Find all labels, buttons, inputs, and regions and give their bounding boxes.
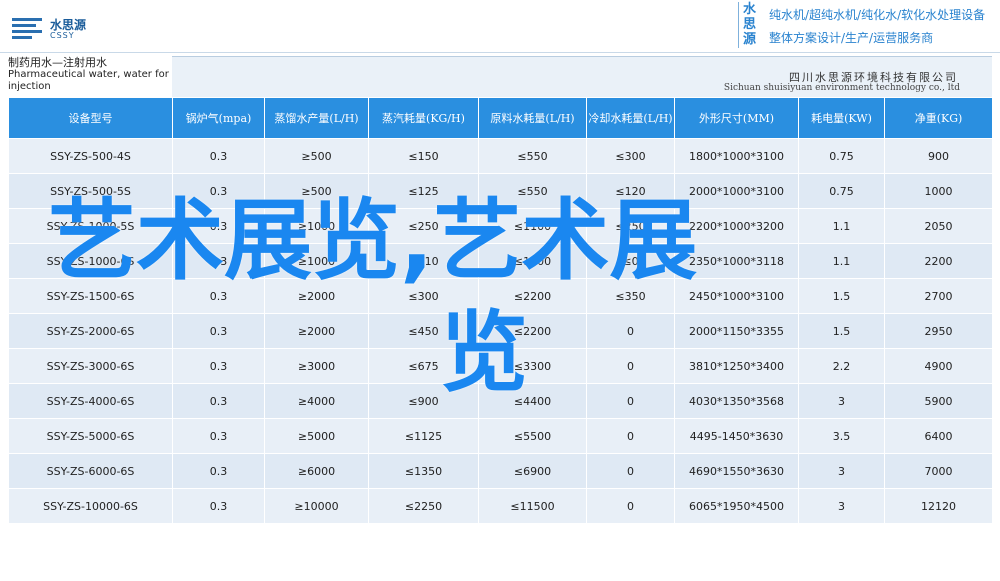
- table-row: SSY-ZS-10000-6S 0.3 ≥10000 ≤2250 ≤11500 0 6065…: [8, 488, 993, 524]
- table-cell: 12120: [884, 488, 993, 524]
- table-cell: 0: [586, 488, 675, 524]
- column-header: 设备型号: [8, 97, 173, 139]
- table-cell: 2000*1150*3355: [674, 313, 799, 349]
- table-row: SSY-ZS-5000-6S 0.3 ≥5000 ≤1125 ≤5500 0 4495-14…: [8, 418, 993, 454]
- table-cell: 0: [586, 418, 675, 454]
- model-cell: SSY-ZS-500-4S: [8, 138, 173, 174]
- table-cell: 6400: [884, 418, 993, 454]
- table-cell: 4690*1550*3630: [674, 453, 799, 489]
- table-cell: 1000: [884, 173, 993, 209]
- column-header: 蒸汽耗量(KG/H): [368, 97, 479, 139]
- table-cell: 4030*1350*3568: [674, 383, 799, 419]
- table-cell: 0: [586, 453, 675, 489]
- watermark-line-1: 艺术展览,艺术展: [48, 189, 698, 292]
- column-header: 原料水耗量(L/H): [478, 97, 587, 139]
- model-cell: SSY-ZS-6000-6S: [8, 453, 173, 489]
- model-cell: SSY-ZS-4000-6S: [8, 383, 173, 419]
- table-cell: 7000: [884, 453, 993, 489]
- table-cell: 0.3: [172, 348, 265, 384]
- watermark-line-2: 览: [440, 301, 529, 404]
- table-cell: 0: [586, 383, 675, 419]
- table-cell: ≤6900: [478, 453, 587, 489]
- table-cell: 0.3: [172, 313, 265, 349]
- header-divider: [0, 52, 1000, 53]
- column-header: 净重(KG): [884, 97, 993, 139]
- table-cell: 3.5: [798, 418, 885, 454]
- company-banner: 四川水思源环境科技有限公司 Sichuan shuisiyuan environ…: [172, 56, 992, 97]
- company-name-en: Sichuan shuisiyuan environment technolog…: [723, 83, 960, 93]
- logo-text-en: CSSY: [50, 31, 75, 40]
- logo-mark-icon: [12, 16, 46, 40]
- table-cell: 3: [798, 488, 885, 524]
- table-cell: 900: [884, 138, 993, 174]
- table-cell: ≤1125: [368, 418, 479, 454]
- table-cell: 2950: [884, 313, 993, 349]
- table-cell: 2050: [884, 208, 993, 244]
- table-cell: 1.1: [798, 243, 885, 279]
- table-row: SSY-ZS-6000-6S 0.3 ≥6000 ≤1350 ≤6900 0 4690*15…: [8, 453, 993, 489]
- table-cell: 2200: [884, 243, 993, 279]
- table-cell: 4900: [884, 348, 993, 384]
- table-cell: 0.75: [798, 173, 885, 209]
- table-cell: 1.5: [798, 313, 885, 349]
- table-cell: 5900: [884, 383, 993, 419]
- table-row: SSY-ZS-500-4S 0.3 ≥500 ≤150 ≤550 ≤300 1800*100…: [8, 138, 993, 174]
- table-cell: 1800*1000*3100: [674, 138, 799, 174]
- table-cell: ≥3000: [264, 348, 369, 384]
- table-cell: ≥6000: [264, 453, 369, 489]
- table-cell: ≤150: [368, 138, 479, 174]
- table-cell: 0: [586, 313, 675, 349]
- document-title: 制药用水—注射用水 Pharmaceutical water, water fo…: [8, 56, 172, 96]
- table-cell: 0.3: [172, 488, 265, 524]
- model-cell: SSY-ZS-3000-6S: [8, 348, 173, 384]
- slogan-line-2: 整体方案设计/生产/运营服务商: [769, 31, 934, 45]
- table-cell: ≤2250: [368, 488, 479, 524]
- column-header: 蒸馏水产量(L/H): [264, 97, 369, 139]
- table-cell: 0.3: [172, 138, 265, 174]
- table-cell: ≤5500: [478, 418, 587, 454]
- model-cell: SSY-ZS-10000-6S: [8, 488, 173, 524]
- title-en: Pharmaceutical water, water for injectio…: [8, 69, 169, 92]
- slogan-line-1: 纯水机/超纯水机/纯化水/软化水处理设备: [769, 8, 986, 22]
- table-cell: 1.5: [798, 278, 885, 314]
- table-cell: ≤1350: [368, 453, 479, 489]
- column-header: 耗电量(KW): [798, 97, 885, 139]
- table-cell: ≥10000: [264, 488, 369, 524]
- table-cell: 0.75: [798, 138, 885, 174]
- table-cell: 0: [586, 348, 675, 384]
- table-cell: ≤550: [478, 138, 587, 174]
- table-cell: ≥500: [264, 138, 369, 174]
- table-cell: 0.3: [172, 418, 265, 454]
- column-header: 冷却水耗量(L/H): [586, 97, 675, 139]
- table-cell: 6065*1950*4500: [674, 488, 799, 524]
- table-cell: 2.2: [798, 348, 885, 384]
- page-header: 水思源 CSSY 水思源 纯水机/超纯水机/纯化水/软化水处理设备 整体方案设计…: [0, 0, 1000, 55]
- table-cell: 0.3: [172, 453, 265, 489]
- table-cell: ≥5000: [264, 418, 369, 454]
- column-header: 锅炉气(mpa): [172, 97, 265, 139]
- model-cell: SSY-ZS-5000-6S: [8, 418, 173, 454]
- table-cell: 3810*1250*3400: [674, 348, 799, 384]
- table-cell: 3: [798, 383, 885, 419]
- table-cell: ≤300: [586, 138, 675, 174]
- company-logo: 水思源 CSSY: [12, 14, 102, 42]
- table-cell: ≥4000: [264, 383, 369, 419]
- column-header: 外形尺寸(MM): [674, 97, 799, 139]
- model-cell: SSY-ZS-2000-6S: [8, 313, 173, 349]
- table-cell: ≥2000: [264, 313, 369, 349]
- table-cell: 4495-1450*3630: [674, 418, 799, 454]
- table-cell: 0.3: [172, 383, 265, 419]
- title-cn: 制药用水—注射用水: [8, 56, 107, 69]
- slogan-brand: 水思源: [743, 2, 757, 47]
- table-cell: 3: [798, 453, 885, 489]
- table-cell: ≤11500: [478, 488, 587, 524]
- table-cell: 1.1: [798, 208, 885, 244]
- header-slogan: 水思源 纯水机/超纯水机/纯化水/软化水处理设备 整体方案设计/生产/运营服务商: [738, 2, 997, 48]
- table-cell: 2700: [884, 278, 993, 314]
- table-header-row: 设备型号 锅炉气(mpa) 蒸馏水产量(L/H) 蒸汽耗量(KG/H) 原料水耗量(L/…: [8, 97, 993, 139]
